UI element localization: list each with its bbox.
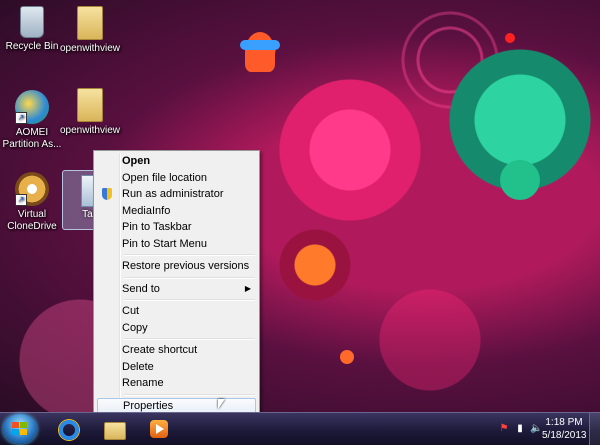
shortcut-arrow-icon: ↗ — [15, 112, 27, 124]
virtual-clonedrive-icon: ↗ — [15, 172, 49, 206]
wallpaper-shape — [500, 160, 540, 200]
clock[interactable]: 1:18 PM 5/18/2013 — [542, 416, 587, 442]
menu-separator — [124, 276, 255, 279]
desktop[interactable]: Recycle Bin openwithview ↗ AOMEI Partiti… — [0, 0, 600, 412]
wallpaper-shape — [340, 350, 354, 364]
network-icon[interactable]: ▮ — [514, 423, 526, 435]
menu-separator — [124, 393, 255, 396]
menu-item-delete[interactable]: Delete — [96, 359, 257, 376]
windows-explorer-icon — [104, 422, 126, 440]
action-center-flag-icon[interactable]: ⚑ — [498, 423, 510, 435]
desktop-icon-label: Recycle Bin — [5, 41, 59, 52]
desktop-icon-openwithview-2[interactable]: openwithview — [58, 88, 122, 137]
desktop-icon-virtual-clonedrive[interactable]: ↗ Virtual CloneDrive — [0, 172, 64, 233]
show-desktop-button[interactable] — [589, 413, 600, 445]
desktop-icon-label: openwithview — [59, 125, 121, 136]
taskbar: ⚑ ▮ 🔈 1:18 PM 5/18/2013 — [0, 412, 600, 445]
uac-shield-icon — [102, 188, 112, 200]
desktop-icon-label: openwithview — [59, 43, 121, 54]
menu-item-label: Run as administrator — [122, 188, 224, 200]
desktop-icon-label: AOMEI Partition As... — [2, 127, 62, 150]
submenu-arrow-icon: ▶ — [244, 283, 251, 293]
menu-item-create-shortcut[interactable]: Create shortcut — [96, 342, 257, 359]
menu-item-label: Send to — [122, 282, 160, 295]
aomei-partition-icon: ↗ — [15, 90, 49, 124]
desktop-icon-aomei[interactable]: ↗ AOMEI Partition As... — [0, 90, 64, 151]
windows-flag-icon — [12, 422, 28, 436]
wallpaper-shape — [245, 32, 275, 72]
menu-item-run-as-administrator[interactable]: Run as administrator — [96, 186, 257, 203]
menu-item-copy[interactable]: Copy — [96, 320, 257, 337]
mouse-cursor-icon — [218, 399, 225, 409]
menu-item-pin-to-taskbar[interactable]: Pin to Taskbar — [96, 219, 257, 236]
menu-separator — [124, 254, 255, 256]
internet-explorer-icon — [59, 420, 79, 440]
volume-icon[interactable]: 🔈 — [530, 423, 542, 435]
desktop-icon-recycle-bin[interactable]: Recycle Bin — [0, 6, 64, 53]
clock-time: 1:18 PM — [545, 417, 583, 428]
menu-item-open-file-location[interactable]: Open file location — [96, 170, 257, 187]
menu-item-cut[interactable]: Cut — [96, 303, 257, 320]
menu-item-send-to[interactable]: Send to ▶ — [96, 281, 257, 298]
desktop-icon-openwithview-1[interactable]: openwithview — [58, 6, 122, 55]
taskbar-internet-explorer[interactable] — [48, 415, 86, 443]
media-player-icon — [150, 420, 168, 438]
menu-separator — [124, 299, 255, 301]
wallpaper-shape — [240, 40, 280, 50]
shortcut-arrow-icon: ↗ — [15, 194, 27, 206]
menu-item-pin-to-start-menu[interactable]: Pin to Start Menu — [96, 236, 257, 253]
folder-icon — [77, 6, 103, 40]
menu-item-rename[interactable]: Rename — [96, 375, 257, 392]
taskbar-windows-explorer[interactable] — [94, 415, 132, 443]
clock-date: 5/18/2013 — [542, 430, 587, 441]
menu-separator — [124, 338, 255, 340]
wallpaper-shape — [505, 33, 515, 43]
system-tray: ⚑ ▮ 🔈 — [498, 421, 543, 437]
folder-icon — [77, 88, 103, 122]
menu-item-mediainfo[interactable]: MediaInfo — [96, 203, 257, 220]
recycle-bin-icon — [20, 6, 44, 38]
menu-item-open[interactable]: Open — [96, 153, 257, 170]
context-menu: Open Open file location Run as administr… — [93, 150, 260, 415]
menu-item-restore-previous-versions[interactable]: Restore previous versions — [96, 258, 257, 275]
desktop-icon-label: Virtual CloneDrive — [7, 209, 57, 232]
taskbar-media-player[interactable] — [140, 415, 178, 443]
start-button[interactable] — [3, 414, 37, 444]
